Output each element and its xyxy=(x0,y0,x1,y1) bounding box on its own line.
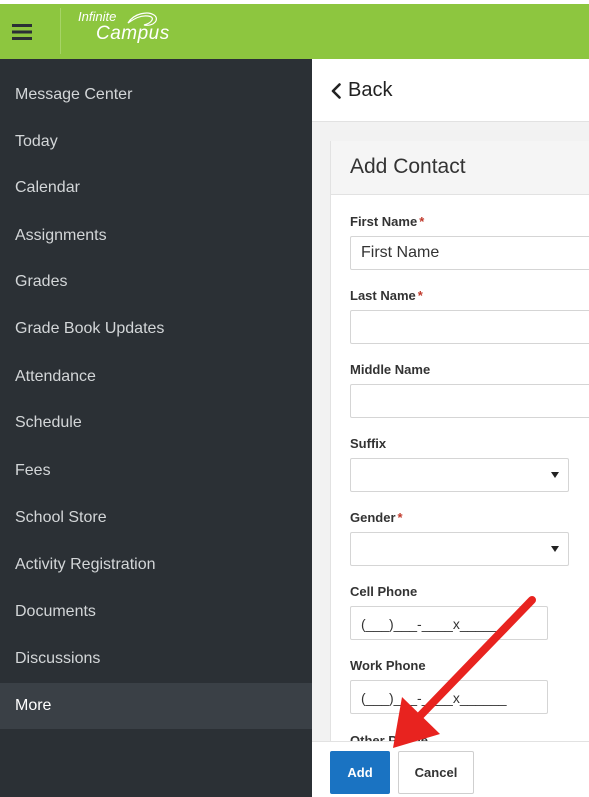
sidebar-item-label: Documents xyxy=(15,603,96,620)
work-phone-input[interactable]: (___)___-____x______ xyxy=(350,680,548,714)
gender-label: Gender * xyxy=(350,510,403,525)
gender-label-text: Gender xyxy=(350,510,396,525)
sidebar-item-assignments[interactable]: Assignments xyxy=(0,213,312,259)
sidebar-item-label: More xyxy=(15,697,52,714)
main-panel: Back Add Contact First Name* Last Name* … xyxy=(312,59,589,797)
gender-select[interactable] xyxy=(350,532,569,566)
sidebar-item-fees[interactable]: Fees xyxy=(0,448,312,494)
sidebar-item-calendar[interactable]: Calendar xyxy=(0,165,312,211)
sidebar-item-grade-book-updates[interactable]: Grade Book Updates xyxy=(0,306,312,352)
sidebar-item-label: Discussions xyxy=(15,650,101,667)
sidebar-item-label: Calendar xyxy=(15,179,80,196)
menu-button[interactable] xyxy=(0,4,44,59)
form-title: Add Contact xyxy=(350,155,466,178)
sidebar-item-label: Grade Book Updates xyxy=(15,320,165,337)
middle-name-input[interactable] xyxy=(350,384,589,418)
sidebar-item-attendance[interactable]: Attendance xyxy=(0,354,312,400)
suffix-select[interactable] xyxy=(350,458,569,492)
cell-phone-label-text: Cell Phone xyxy=(350,584,418,599)
hamburger-icon xyxy=(12,23,32,40)
form-header: Add Contact xyxy=(331,141,589,195)
required-marker: * xyxy=(417,288,423,303)
sidebar-item-label: Grades xyxy=(15,273,68,290)
sidebar-item-label: School Store xyxy=(15,509,107,526)
app-logo: Infinite Campus xyxy=(78,10,170,43)
first-name-input[interactable] xyxy=(350,236,589,270)
last-name-label-text: Last Name xyxy=(350,288,416,303)
sidebar: Message Center Today Calendar Assignment… xyxy=(0,59,312,797)
middle-name-label: Middle Name xyxy=(350,362,430,377)
last-name-label: Last Name * xyxy=(350,288,423,303)
last-name-input[interactable] xyxy=(350,310,589,344)
sidebar-item-activity-registration[interactable]: Activity Registration xyxy=(0,542,312,588)
sidebar-item-discussions[interactable]: Discussions xyxy=(0,636,312,682)
middle-name-label-text: Middle Name xyxy=(350,362,431,377)
work-phone-label: Work Phone xyxy=(350,658,426,673)
sidebar-item-more[interactable]: More xyxy=(0,683,312,729)
caret-down-icon xyxy=(551,546,559,552)
sidebar-item-label: Activity Registration xyxy=(15,556,156,573)
required-marker: * xyxy=(419,214,425,229)
add-contact-form: Add Contact First Name* Last Name* Middl… xyxy=(330,141,589,761)
sidebar-item-grades[interactable]: Grades xyxy=(0,259,312,305)
sidebar-item-label: Today xyxy=(15,133,58,150)
work-phone-mask: (___)___-____x______ xyxy=(361,690,507,706)
first-name-label-text: First Name xyxy=(350,214,418,229)
sidebar-item-label: Assignments xyxy=(15,227,107,244)
back-bar: Back xyxy=(312,59,589,122)
first-name-label: First Name * xyxy=(350,214,424,229)
work-phone-label-text: Work Phone xyxy=(350,658,426,673)
logo-swoosh-icon xyxy=(127,12,157,26)
back-label: Back xyxy=(348,79,393,101)
logo-divider xyxy=(60,8,61,54)
cancel-button[interactable]: Cancel xyxy=(398,751,474,794)
form-footer: Add Cancel xyxy=(312,741,589,797)
sidebar-item-label: Attendance xyxy=(15,368,96,385)
sidebar-item-label: Message Center xyxy=(15,86,133,103)
sidebar-item-today[interactable]: Today xyxy=(0,119,312,165)
sidebar-item-documents[interactable]: Documents xyxy=(0,589,312,635)
required-marker: * xyxy=(397,510,403,525)
caret-down-icon xyxy=(551,472,559,478)
back-button[interactable]: Back xyxy=(330,79,392,102)
suffix-label: Suffix xyxy=(350,436,386,451)
cell-phone-input[interactable]: (___)___-____x______ xyxy=(350,606,548,640)
cell-phone-label: Cell Phone xyxy=(350,584,417,599)
cell-phone-mask: (___)___-____x______ xyxy=(361,616,507,632)
sidebar-item-label: Fees xyxy=(15,462,51,479)
sidebar-item-school-store[interactable]: School Store xyxy=(0,495,312,541)
add-button[interactable]: Add xyxy=(330,751,390,794)
sidebar-item-message-center[interactable]: Message Center xyxy=(0,72,312,118)
chevron-left-icon xyxy=(331,82,341,99)
top-bar: Infinite Campus xyxy=(0,0,589,59)
suffix-label-text: Suffix xyxy=(350,436,387,451)
sidebar-item-label: Schedule xyxy=(15,414,82,431)
sidebar-item-schedule[interactable]: Schedule xyxy=(0,400,312,446)
